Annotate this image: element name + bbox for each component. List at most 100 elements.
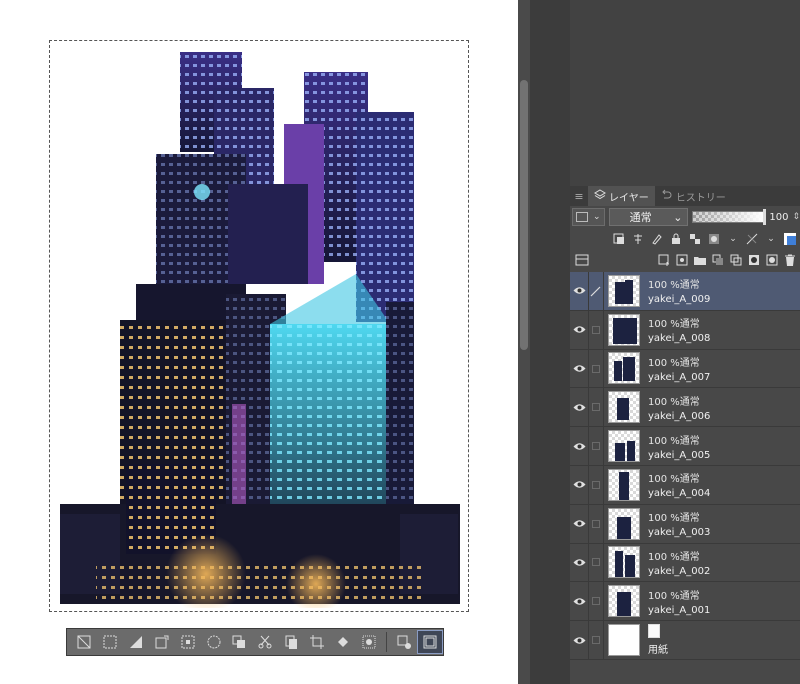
apply-mask-icon[interactable] xyxy=(764,252,780,268)
crop-icon[interactable] xyxy=(304,630,330,654)
settings-icon[interactable] xyxy=(391,630,417,654)
history-icon xyxy=(661,189,673,204)
layer-mode: 100 %通常 xyxy=(648,319,700,331)
pen-icon[interactable] xyxy=(588,271,604,310)
eye-icon[interactable] xyxy=(570,325,588,334)
layer-panel: ≡ レイヤー ヒストリー ⌄ 通常 ⌄ 100 ⇕ ⌄ ⌄ 100 %通常 ya… xyxy=(570,186,800,684)
layer-lock-checkbox[interactable] xyxy=(588,504,604,543)
layer-mode: 100 %通常 xyxy=(648,396,700,408)
eye-icon[interactable] xyxy=(570,442,588,451)
quick-mask-icon[interactable] xyxy=(356,630,382,654)
tab-layers[interactable]: レイヤー xyxy=(588,186,655,206)
layer-name: yakei_A_001 xyxy=(648,604,711,616)
layer-row[interactable]: 100 %通常 yakei_A_005 xyxy=(570,427,800,466)
layer-lock-checkbox[interactable] xyxy=(588,349,604,388)
layer-mode: 100 %通常 xyxy=(648,280,700,292)
shrink-selection-icon[interactable] xyxy=(201,630,227,654)
opacity-slider[interactable] xyxy=(691,209,767,225)
fit-icon[interactable] xyxy=(416,630,443,654)
layer-lock-checkbox[interactable] xyxy=(588,465,604,504)
new-vector-layer-icon[interactable] xyxy=(674,252,690,268)
layers-icon xyxy=(594,188,606,204)
scale-icon[interactable] xyxy=(149,630,175,654)
new-folder-icon[interactable] xyxy=(692,252,708,268)
upper-panel xyxy=(570,0,800,186)
layer-row[interactable]: 100 %通常 yakei_A_002 xyxy=(570,543,800,583)
eye-icon[interactable] xyxy=(570,558,588,567)
layer-list: 100 %通常 yakei_A_009 100 %通常 yakei_A_008 100 … xyxy=(570,271,800,660)
toolbar-separator xyxy=(386,632,388,652)
layer-row[interactable]: 100 %通常 yakei_A_009 xyxy=(570,271,800,311)
fill-icon[interactable] xyxy=(330,630,356,654)
eye-icon[interactable] xyxy=(570,364,588,373)
night-city-artwork[interactable] xyxy=(56,44,462,608)
layer-row[interactable]: 100 %通常 yakei_A_001 xyxy=(570,582,800,622)
layer-thumbnail xyxy=(608,624,640,657)
opacity-value[interactable]: 100 xyxy=(769,212,788,223)
layer-color-button[interactable]: ⌄ xyxy=(572,208,605,226)
layer-name: yakei_A_005 xyxy=(648,449,711,461)
expand-selection-icon[interactable] xyxy=(175,630,201,654)
chevron-down-icon: ⌄ xyxy=(673,210,683,224)
layer-row[interactable]: 100 %通常 yakei_A_003 xyxy=(570,504,800,544)
eye-icon[interactable] xyxy=(570,480,588,489)
layer-row[interactable]: 100 %通常 yakei_A_006 xyxy=(570,388,800,428)
eye-icon[interactable] xyxy=(570,286,588,295)
ruler-show-icon[interactable] xyxy=(744,231,760,247)
trash-icon[interactable] xyxy=(782,252,798,268)
selection-launcher-toolbar[interactable] xyxy=(66,628,444,656)
clip-to-layer-below-icon[interactable] xyxy=(611,231,627,247)
lock-transparent-icon[interactable] xyxy=(687,231,703,247)
layer-panel-menu-icon[interactable] xyxy=(574,252,590,268)
eye-icon[interactable] xyxy=(570,597,588,606)
deselect-icon[interactable] xyxy=(71,630,97,654)
create-mask-icon[interactable] xyxy=(746,252,762,268)
panel-menu-icon[interactable]: ≡ xyxy=(570,190,588,203)
copy-paste-icon[interactable] xyxy=(227,630,253,654)
layer-mode: 100 %通常 xyxy=(648,357,700,369)
invert-selection-icon[interactable] xyxy=(97,630,123,654)
layer-thumbnail xyxy=(608,391,640,424)
layer-lock-checkbox[interactable] xyxy=(588,310,604,349)
layer-name: yakei_A_002 xyxy=(648,565,711,577)
layer-thumbnail xyxy=(608,430,640,463)
reference-layer-icon[interactable] xyxy=(630,231,646,247)
blend-mode-select[interactable]: 通常 ⌄ xyxy=(608,208,688,226)
layer-lock-checkbox[interactable] xyxy=(588,543,604,582)
layer-mode: 100 %通常 xyxy=(648,551,700,563)
layer-lock-checkbox[interactable] xyxy=(588,621,604,660)
panel-tabs: ≡ レイヤー ヒストリー xyxy=(570,186,800,206)
lock-icon[interactable] xyxy=(668,231,684,247)
layer-row[interactable]: 100 %通常 yakei_A_007 xyxy=(570,349,800,389)
draft-layer-icon[interactable] xyxy=(649,231,665,247)
layer-name: yakei_A_004 xyxy=(648,488,711,500)
merge-down-icon[interactable] xyxy=(728,252,744,268)
opacity-stepper-icon[interactable]: ⇕ xyxy=(792,212,800,222)
canvas-scrollbar-thumb[interactable] xyxy=(520,80,528,350)
layer-name: yakei_A_008 xyxy=(648,333,711,345)
cut-icon[interactable] xyxy=(252,630,278,654)
layer-color-swatch-icon[interactable] xyxy=(782,231,798,247)
tab-history[interactable]: ヒストリー xyxy=(655,186,732,206)
canvas-area[interactable] xyxy=(0,0,518,684)
layer-lock-checkbox[interactable] xyxy=(588,582,604,621)
layer-name: yakei_A_009 xyxy=(648,294,711,306)
layer-row[interactable]: 100 %通常 yakei_A_004 xyxy=(570,465,800,505)
chevron-down-icon[interactable]: ⌄ xyxy=(725,231,741,247)
layer-row[interactable]: 100 %通常 yakei_A_008 xyxy=(570,310,800,350)
tab-history-label: ヒストリー xyxy=(675,192,726,204)
opacity-slider-knob[interactable] xyxy=(763,209,767,225)
mask-enable-icon[interactable] xyxy=(706,231,722,247)
eye-icon[interactable] xyxy=(570,636,588,645)
layer-lock-checkbox[interactable] xyxy=(588,388,604,427)
layer-thumbnail xyxy=(608,274,640,307)
new-raster-layer-icon[interactable] xyxy=(656,252,672,268)
eye-icon[interactable] xyxy=(570,403,588,412)
copy-icon[interactable] xyxy=(278,630,304,654)
fill-selection-icon[interactable] xyxy=(123,630,149,654)
chevron-down-icon[interactable]: ⌄ xyxy=(763,231,779,247)
layer-row[interactable]: 用紙 xyxy=(570,621,800,660)
eye-icon[interactable] xyxy=(570,519,588,528)
transfer-down-icon[interactable] xyxy=(710,252,726,268)
layer-lock-checkbox[interactable] xyxy=(588,427,604,466)
